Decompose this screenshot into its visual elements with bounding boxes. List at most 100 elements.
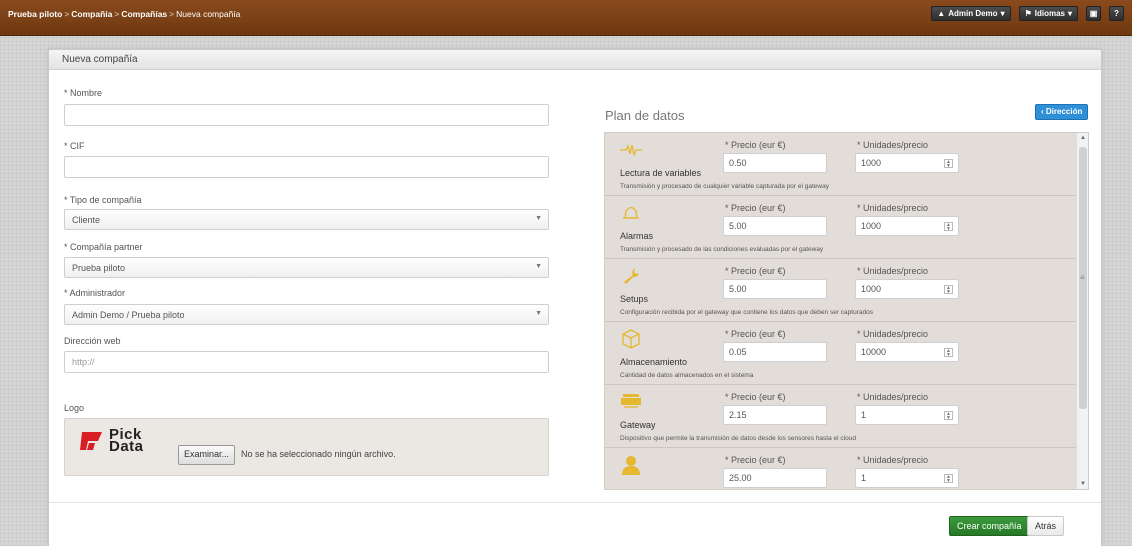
logo-upload-area: Pick Data Examinar... No se ha seleccion… xyxy=(64,418,549,476)
breadcrumb-separator: > xyxy=(169,8,175,19)
spinner-icon[interactable]: ▲ ▼ xyxy=(944,348,953,358)
web-input[interactable]: http:// xyxy=(64,351,549,373)
bell-icon xyxy=(618,202,644,224)
tipo-label: * Tipo de compañía xyxy=(64,195,142,205)
scroll-down-icon[interactable]: ▼ xyxy=(1080,481,1086,487)
price-input[interactable]: 5.00 xyxy=(723,279,827,299)
nombre-input[interactable] xyxy=(64,104,549,126)
top-bar: Prueba piloto > Compañía > Compañías > N… xyxy=(0,0,1132,36)
spinner-icon[interactable]: ▲ ▼ xyxy=(944,159,953,169)
units-value: 1 xyxy=(861,473,867,483)
logo-mark-icon xyxy=(80,432,102,450)
spinner-icon[interactable]: ▲ ▼ xyxy=(944,474,953,484)
box-icon xyxy=(618,328,644,350)
nombre-label: * Nombre xyxy=(64,88,103,98)
price-label: * Precio (eur €) xyxy=(725,266,786,276)
breadcrumb-item[interactable]: Compañía xyxy=(71,9,112,19)
panel-title: Nueva compañía xyxy=(49,50,1101,70)
router-icon xyxy=(618,391,644,413)
price-input[interactable]: 5.00 xyxy=(723,216,827,236)
breadcrumb-item[interactable]: Prueba piloto xyxy=(8,9,62,19)
units-label: * Unidades/precio xyxy=(857,455,929,465)
tipo-select[interactable]: Cliente ▼ xyxy=(64,209,549,230)
units-input[interactable]: 1000 ▲ ▼ xyxy=(855,216,959,236)
user-icon: ▲ xyxy=(937,9,946,18)
plan-row-name: Setups xyxy=(620,294,649,304)
price-input[interactable]: 2.15 xyxy=(723,405,827,425)
chevron-down-icon: ▼ xyxy=(535,263,542,270)
grip-icon: ≡ xyxy=(1080,273,1085,282)
plan-row-name: Almacenamiento xyxy=(620,357,688,367)
language-menu-button[interactable]: ⚑ Idiomas ▾ xyxy=(1018,6,1078,21)
data-plan-list: Lectura de variables * Precio (eur €) 0.… xyxy=(604,132,1089,490)
units-input[interactable]: 1 ▲ ▼ xyxy=(855,405,959,425)
admin-select[interactable]: Admin Demo / Prueba piloto ▼ xyxy=(64,304,549,325)
user-menu-label: Admin Demo xyxy=(948,9,998,18)
price-label: * Precio (eur €) xyxy=(725,203,786,213)
plan-row-description: Dispositivo que permite la transmisión d… xyxy=(620,435,856,442)
plan-row-name: Gateway xyxy=(620,420,656,430)
partner-label: * Compañía partner xyxy=(64,242,143,252)
breadcrumb-current: Nueva compañía xyxy=(176,8,241,19)
price-input[interactable]: 0.50 xyxy=(723,153,827,173)
chevron-down-icon: ▼ xyxy=(535,215,542,222)
logo-label: Logo xyxy=(64,403,85,413)
breadcrumb-item[interactable]: Compañías xyxy=(121,9,167,19)
user-menu-button[interactable]: ▲ Admin Demo ▾ xyxy=(931,6,1011,21)
price-label: * Precio (eur €) xyxy=(725,392,786,402)
units-input[interactable]: 1000 ▲ ▼ xyxy=(855,153,959,173)
window-icon: ▣ xyxy=(1089,9,1098,18)
spinner-icon[interactable]: ▲ ▼ xyxy=(944,285,953,295)
units-input[interactable]: 1 ▲ ▼ xyxy=(855,468,959,488)
user-icon xyxy=(618,454,644,476)
plan-row: Almacenamiento * Precio (eur €) 0.05 * U… xyxy=(605,322,1077,385)
plan-row-description: Transmisión y procesado de cualquier var… xyxy=(620,183,829,190)
price-input[interactable]: 0.05 xyxy=(723,342,827,362)
logo-text-bottom: Data xyxy=(109,438,144,455)
language-menu-label: Idiomas xyxy=(1034,9,1065,18)
create-company-button[interactable]: Crear compañía xyxy=(949,516,1030,536)
units-value: 1000 xyxy=(861,284,882,294)
plan-row: Gateway * Precio (eur €) 2.15 * Unidades… xyxy=(605,385,1077,448)
window-button[interactable]: ▣ xyxy=(1086,6,1101,21)
spinner-icon[interactable]: ▲ ▼ xyxy=(944,222,953,232)
price-label: * Precio (eur €) xyxy=(725,329,786,339)
new-company-panel: Nueva compañía * Nombre * CIF * Tipo de … xyxy=(48,49,1102,546)
units-value: 1000 xyxy=(861,221,882,231)
waveform-icon xyxy=(618,139,644,161)
cif-label: * CIF xyxy=(64,141,85,151)
partner-select[interactable]: Prueba piloto ▼ xyxy=(64,257,549,278)
plan-row: Lectura de variables * Precio (eur €) 0.… xyxy=(605,133,1077,196)
plan-row-description: Cantidad de datos almacenados en el sist… xyxy=(620,372,754,379)
scroll-up-icon[interactable]: ▲ xyxy=(1080,135,1086,141)
plan-row-name: Alarmas xyxy=(620,231,654,241)
units-label: * Unidades/precio xyxy=(857,266,929,276)
partner-select-value: Prueba piloto xyxy=(72,263,126,273)
admin-label: * Administrador xyxy=(64,288,126,298)
plan-row: * Precio (eur €) 25.00 * Unidades/precio… xyxy=(605,448,1077,489)
cif-input[interactable] xyxy=(64,156,549,178)
browse-button[interactable]: Examinar... xyxy=(178,445,236,465)
plan-row-name: Lectura de variables xyxy=(620,168,702,178)
units-input[interactable]: 10000 ▲ ▼ xyxy=(855,342,959,362)
units-label: * Unidades/precio xyxy=(857,140,929,150)
plan-scrollbar[interactable]: ▲ ≡ ▼ xyxy=(1076,133,1088,489)
help-button[interactable]: ? xyxy=(1109,6,1124,21)
back-button[interactable]: Atrás xyxy=(1027,516,1065,536)
plan-row: Alarmas * Precio (eur €) 5.00 * Unidades… xyxy=(605,196,1077,259)
breadcrumb-separator: > xyxy=(64,8,70,19)
company-logo: Pick Data xyxy=(78,427,144,455)
caret-down-icon: ▾ xyxy=(1000,9,1005,18)
spinner-icon[interactable]: ▲ ▼ xyxy=(944,411,953,421)
wrench-icon xyxy=(618,265,644,287)
units-input[interactable]: 1000 ▲ ▼ xyxy=(855,279,959,299)
caret-down-icon: ▾ xyxy=(1067,9,1072,18)
help-icon: ? xyxy=(1114,9,1119,18)
price-label: * Precio (eur €) xyxy=(725,140,786,150)
units-value: 1 xyxy=(861,410,867,420)
price-input[interactable]: 25.00 xyxy=(723,468,827,488)
chevron-down-icon: ▼ xyxy=(535,310,542,317)
web-label: Dirección web xyxy=(64,336,121,346)
direction-button[interactable]: ‹ Dirección xyxy=(1035,104,1089,120)
units-value: 1000 xyxy=(861,158,882,168)
